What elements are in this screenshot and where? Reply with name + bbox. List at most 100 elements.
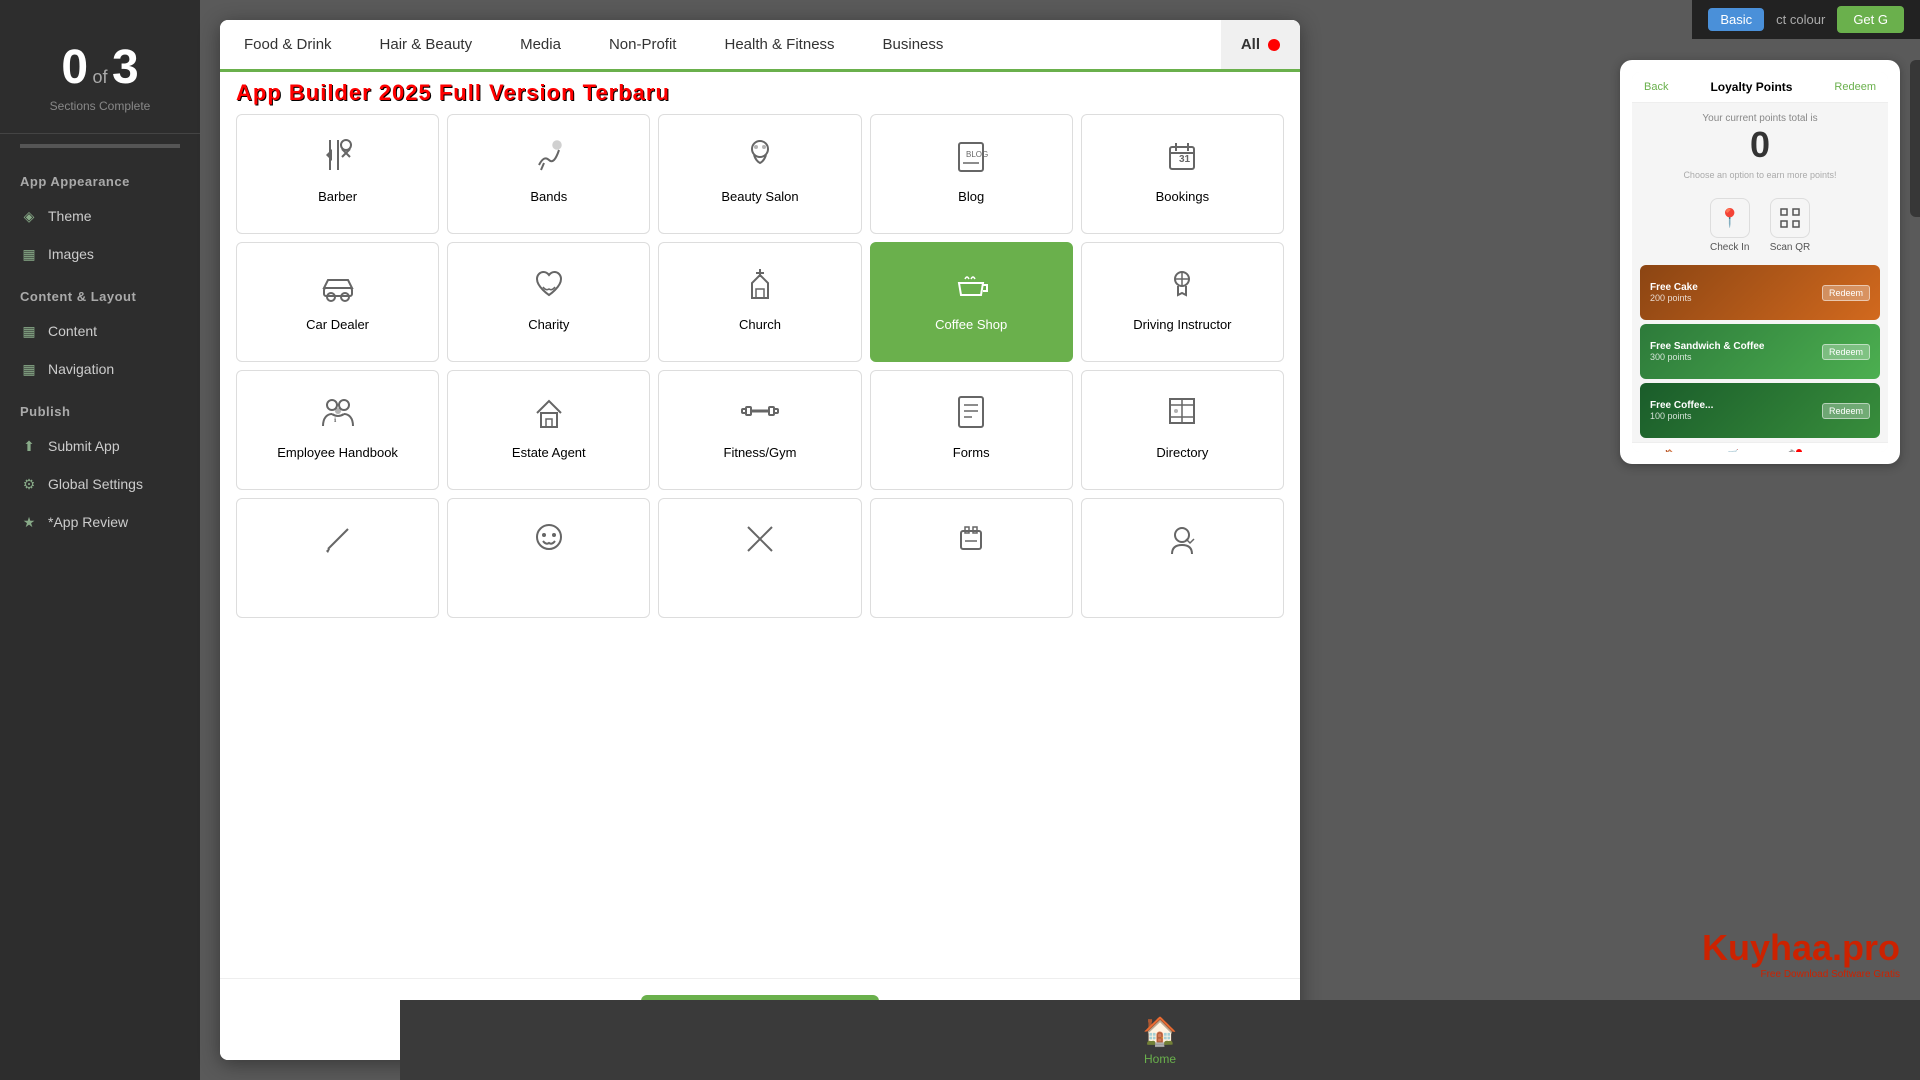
template-estate[interactable]: Estate Agent	[447, 370, 650, 490]
sidebar-item-theme[interactable]: ◈ Theme	[0, 197, 200, 235]
sidebar-label-review: *App Review	[48, 514, 128, 530]
template-blog[interactable]: BLOG Blog	[870, 114, 1073, 234]
template-driving[interactable]: Driving Instructor	[1081, 242, 1284, 362]
beauty-salon-label: Beauty Salon	[721, 189, 798, 204]
nav-cart[interactable]: 🛍 Cart	[1785, 449, 1802, 452]
reward-cake: Free Cake 200 points Redeem	[1640, 265, 1880, 320]
tab-health-fitness[interactable]: Health & Fitness	[700, 20, 858, 69]
nav-home[interactable]: 🏠 Home	[1658, 449, 1682, 452]
template-church[interactable]: Church	[658, 242, 861, 362]
car-dealer-label: Car Dealer	[306, 317, 369, 332]
barber-label: Barber	[318, 189, 357, 204]
sidebar-item-submit[interactable]: ⬆ Submit App	[0, 427, 200, 465]
estate-icon	[529, 387, 569, 435]
sidebar-label-images: Images	[48, 246, 94, 262]
theme-icon: ◈	[20, 207, 38, 225]
template-row4e[interactable]	[1081, 498, 1284, 618]
template-fitness[interactable]: Fitness/Gym	[658, 370, 861, 490]
driving-icon	[1162, 259, 1202, 307]
template-barber[interactable]: Barber	[236, 114, 439, 234]
tab-hair-beauty[interactable]: Hair & Beauty	[356, 20, 497, 69]
home-label: Home	[1144, 1052, 1176, 1066]
home-icon-bottom: 🏠 Home	[1143, 1015, 1178, 1066]
template-bands[interactable]: Bands	[447, 114, 650, 234]
template-directory[interactable]: Directory	[1081, 370, 1284, 490]
template-bookings[interactable]: 31 Bookings	[1081, 114, 1284, 234]
submit-icon: ⬆	[20, 437, 38, 455]
get-button[interactable]: Get G	[1837, 6, 1904, 33]
points-value: 0	[1642, 124, 1878, 166]
phone-header: Back Loyalty Points Redeem	[1632, 72, 1888, 103]
template-employee[interactable]: ℹ Employee Handbook	[236, 370, 439, 490]
tab-nonprofit[interactable]: Non-Profit	[585, 20, 701, 69]
phone-mockup: Back Loyalty Points Redeem Your current …	[1620, 60, 1900, 464]
directory-icon	[1162, 387, 1202, 435]
cake-redeem[interactable]: Redeem	[1822, 285, 1870, 301]
row4d-icon	[951, 515, 991, 563]
barber-icon	[318, 131, 358, 179]
bookings-icon: 31	[1162, 131, 1202, 179]
bands-icon	[529, 131, 569, 179]
phone-redeem[interactable]: Redeem	[1834, 81, 1876, 93]
template-row4d[interactable]	[870, 498, 1073, 618]
sidebar-item-content[interactable]: ▦ Content	[0, 312, 200, 350]
row4a-icon	[318, 515, 358, 563]
progress-bar	[20, 144, 180, 148]
section-app-appearance: App Appearance	[0, 158, 200, 197]
phone-screen: Back Loyalty Points Redeem Your current …	[1632, 72, 1888, 452]
sidebar-item-global[interactable]: ⚙ Global Settings	[0, 465, 200, 503]
sidebar-label-navigation: Navigation	[48, 361, 114, 377]
sidebar-label-content: Content	[48, 323, 97, 339]
scan-icon	[1770, 198, 1810, 238]
sandwich-redeem[interactable]: Redeem	[1822, 344, 1870, 360]
scan-action[interactable]: Scan QR	[1770, 198, 1811, 253]
promo-banner: App Builder 2025 Full Version Terbaru	[220, 72, 1300, 114]
tab-food-drink[interactable]: Food & Drink	[220, 20, 356, 69]
tab-media[interactable]: Media	[496, 20, 585, 69]
template-row4b[interactable]	[447, 498, 650, 618]
tab-all[interactable]: All	[1221, 20, 1300, 69]
template-charity[interactable]: Charity	[447, 242, 650, 362]
points-label: Your current points total is	[1642, 113, 1878, 124]
forms-label: Forms	[953, 445, 990, 460]
driving-label: Driving Instructor	[1133, 317, 1231, 332]
checkin-action[interactable]: 📍 Check In	[1710, 198, 1750, 253]
checkin-icon: 📍	[1710, 198, 1750, 238]
fitness-icon	[740, 387, 780, 435]
template-coffee-shop[interactable]: Coffee Shop	[870, 242, 1073, 362]
nav-more[interactable]: ••• ...	[1841, 449, 1862, 452]
template-row4c[interactable]	[658, 498, 861, 618]
sidebar-item-review[interactable]: ★ *App Review	[0, 503, 200, 541]
template-beauty-salon[interactable]: Beauty Salon	[658, 114, 861, 234]
phone-bottom-nav: 🏠 Home 🛒 Order 🛍 Cart ••• ...	[1632, 442, 1888, 452]
sidebar-item-images[interactable]: ▦ Images	[0, 235, 200, 273]
sandwich-label: Free Sandwich & Coffee	[1650, 341, 1764, 352]
sidebar-item-navigation[interactable]: ▦ Navigation	[0, 350, 200, 388]
fitness-label: Fitness/Gym	[724, 445, 797, 460]
employee-icon: ℹ	[318, 387, 358, 435]
nav-order[interactable]: 🛒 Order	[1722, 449, 1745, 452]
choose-label: Choose an option to earn more points!	[1642, 170, 1878, 180]
row4e-icon	[1162, 515, 1202, 563]
phone-points-area: Your current points total is 0 Choose an…	[1632, 103, 1888, 190]
right-panel: Back Loyalty Points Redeem Your current …	[1620, 60, 1900, 464]
nav-home-icon: 🏠	[1664, 449, 1675, 452]
estate-label: Estate Agent	[512, 445, 586, 460]
template-car-dealer[interactable]: Car Dealer	[236, 242, 439, 362]
counter-of: of	[92, 67, 107, 87]
template-forms[interactable]: Forms	[870, 370, 1073, 490]
phone-back[interactable]: Back	[1644, 81, 1668, 93]
sections-counter: 0 of 3 Sections Complete	[0, 20, 200, 134]
coffee-shop-icon	[951, 259, 991, 307]
bands-label: Bands	[530, 189, 567, 204]
nav-order-icon: 🛒	[1728, 449, 1739, 452]
reward-sandwich: Free Sandwich & Coffee 300 points Redeem	[1640, 324, 1880, 379]
phone-title: Loyalty Points	[1710, 80, 1792, 94]
scan-label: Scan QR	[1770, 242, 1811, 253]
coffee-redeem[interactable]: Redeem	[1822, 403, 1870, 419]
svg-text:31: 31	[1179, 154, 1191, 165]
tab-business[interactable]: Business	[859, 20, 968, 69]
template-row4a[interactable]	[236, 498, 439, 618]
car-dealer-icon	[318, 259, 358, 307]
basic-badge: Basic	[1708, 8, 1764, 31]
